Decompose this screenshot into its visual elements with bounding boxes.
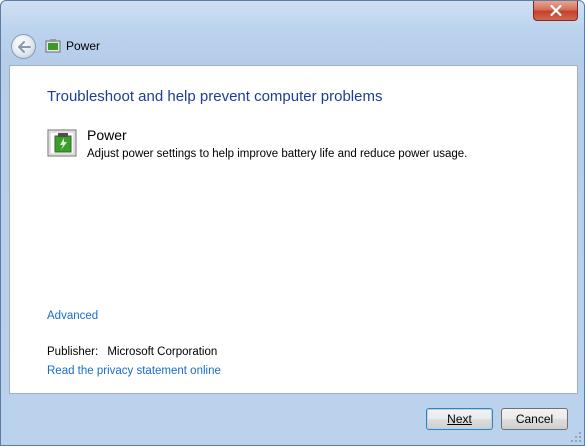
item-title: Power [87,127,127,143]
cancel-button-label: Cancel [515,412,554,426]
close-button[interactable] [533,1,578,21]
navigation-bar: Power [1,29,584,65]
cancel-button[interactable]: Cancel [501,408,568,430]
footer-bar: Next Cancel [1,394,584,447]
back-arrow-icon [17,40,31,53]
power-title-icon [45,39,61,53]
privacy-statement-link[interactable]: Read the privacy statement online [47,365,221,377]
advanced-link[interactable]: Advanced [47,310,98,322]
item-description: Adjust power settings to help improve ba… [87,148,468,160]
content-panel: Troubleshoot and help prevent computer p… [9,65,578,394]
close-icon [549,5,562,16]
back-button[interactable] [11,34,36,59]
publisher-value: Microsoft Corporation [107,346,218,358]
next-button-label: Next [447,412,472,426]
publisher-line: Publisher: Microsoft Corporation [47,346,217,358]
troubleshooter-window: Power Troubleshoot and help prevent comp… [0,0,585,446]
power-battery-icon [47,129,77,157]
next-button[interactable]: Next [426,408,493,430]
publisher-label: Publisher: [47,346,99,358]
page-heading: Troubleshoot and help prevent computer p… [47,88,383,105]
window-title: Power [66,39,101,53]
resize-grip-icon[interactable] [570,431,582,443]
